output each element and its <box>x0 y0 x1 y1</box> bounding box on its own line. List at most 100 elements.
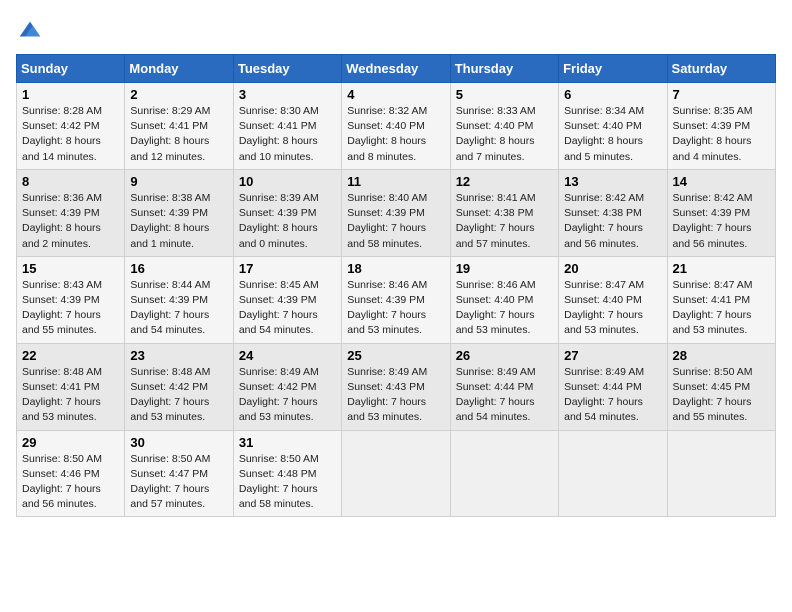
header <box>16 16 776 44</box>
day-content: Sunrise: 8:29 AM Sunset: 4:41 PM Dayligh… <box>130 104 227 165</box>
calendar-cell: 6Sunrise: 8:34 AM Sunset: 4:40 PM Daylig… <box>559 83 667 170</box>
day-number: 1 <box>22 87 119 102</box>
day-content: Sunrise: 8:46 AM Sunset: 4:40 PM Dayligh… <box>456 278 553 339</box>
header-row: SundayMondayTuesdayWednesdayThursdayFrid… <box>17 55 776 83</box>
day-content: Sunrise: 8:35 AM Sunset: 4:39 PM Dayligh… <box>673 104 770 165</box>
calendar-cell: 12 Sunrise: 8:41 AM Sunset: 4:38 PM Dayli… <box>450 169 558 256</box>
day-number: 20 <box>564 261 661 276</box>
day-content: Sunrise: 8:46 AM Sunset: 4:39 PM Dayligh… <box>347 278 444 339</box>
calendar-cell: 24 Sunrise: 8:49 AM Sunset: 4:42 PM Dayli… <box>233 343 341 430</box>
calendar-week-2: 8Sunrise: 8:36 AM Sunset: 4:39 PM Daylig… <box>17 169 776 256</box>
calendar-cell: 8Sunrise: 8:36 AM Sunset: 4:39 PM Daylig… <box>17 169 125 256</box>
calendar-cell: 27 Sunrise: 8:49 AM Sunset: 4:44 PM Dayli… <box>559 343 667 430</box>
calendar-cell: 23 Sunrise: 8:48 AM Sunset: 4:42 PM Dayli… <box>125 343 233 430</box>
day-number: 16 <box>130 261 227 276</box>
day-number: 13 <box>564 174 661 189</box>
calendar-cell: 17 Sunrise: 8:45 AM Sunset: 4:39 PM Dayli… <box>233 256 341 343</box>
calendar-cell: 9 Sunrise: 8:38 AM Sunset: 4:39 PM Daylig… <box>125 169 233 256</box>
header-cell-thursday: Thursday <box>450 55 558 83</box>
day-content: Sunrise: 8:44 AM Sunset: 4:39 PM Dayligh… <box>130 278 227 339</box>
calendar-cell <box>559 430 667 517</box>
calendar-cell <box>450 430 558 517</box>
day-content: Sunrise: 8:41 AM Sunset: 4:38 PM Dayligh… <box>456 191 553 252</box>
calendar-cell: 21Sunrise: 8:47 AM Sunset: 4:41 PM Dayli… <box>667 256 775 343</box>
calendar-cell: 2 Sunrise: 8:29 AM Sunset: 4:41 PM Daylig… <box>125 83 233 170</box>
calendar-cell: 19Sunrise: 8:46 AM Sunset: 4:40 PM Dayli… <box>450 256 558 343</box>
calendar-cell: 7Sunrise: 8:35 AM Sunset: 4:39 PM Daylig… <box>667 83 775 170</box>
day-number: 2 <box>130 87 227 102</box>
calendar-cell: 3Sunrise: 8:30 AM Sunset: 4:41 PM Daylig… <box>233 83 341 170</box>
day-number: 31 <box>239 435 336 450</box>
day-number: 12 <box>456 174 553 189</box>
day-content: Sunrise: 8:42 AM Sunset: 4:39 PM Dayligh… <box>673 191 770 252</box>
day-content: Sunrise: 8:48 AM Sunset: 4:41 PM Dayligh… <box>22 365 119 426</box>
calendar-cell: 29 Sunrise: 8:50 AM Sunset: 4:46 PM Dayli… <box>17 430 125 517</box>
day-number: 25 <box>347 348 444 363</box>
day-number: 8 <box>22 174 119 189</box>
calendar-body: 1Sunrise: 8:28 AM Sunset: 4:42 PM Daylig… <box>17 83 776 517</box>
day-number: 5 <box>456 87 553 102</box>
calendar-cell: 11Sunrise: 8:40 AM Sunset: 4:39 PM Dayli… <box>342 169 450 256</box>
day-content: Sunrise: 8:33 AM Sunset: 4:40 PM Dayligh… <box>456 104 553 165</box>
day-content: Sunrise: 8:49 AM Sunset: 4:42 PM Dayligh… <box>239 365 336 426</box>
day-number: 27 <box>564 348 661 363</box>
day-number: 28 <box>673 348 770 363</box>
calendar-cell <box>342 430 450 517</box>
calendar-cell: 1Sunrise: 8:28 AM Sunset: 4:42 PM Daylig… <box>17 83 125 170</box>
day-number: 29 <box>22 435 119 450</box>
header-cell-saturday: Saturday <box>667 55 775 83</box>
day-number: 24 <box>239 348 336 363</box>
day-content: Sunrise: 8:45 AM Sunset: 4:39 PM Dayligh… <box>239 278 336 339</box>
day-number: 26 <box>456 348 553 363</box>
calendar-table: SundayMondayTuesdayWednesdayThursdayFrid… <box>16 54 776 517</box>
calendar-cell: 16 Sunrise: 8:44 AM Sunset: 4:39 PM Dayli… <box>125 256 233 343</box>
header-cell-sunday: Sunday <box>17 55 125 83</box>
day-number: 21 <box>673 261 770 276</box>
day-number: 10 <box>239 174 336 189</box>
calendar-cell: 20 Sunrise: 8:47 AM Sunset: 4:40 PM Dayli… <box>559 256 667 343</box>
calendar-cell: 15 Sunrise: 8:43 AM Sunset: 4:39 PM Dayli… <box>17 256 125 343</box>
day-content: Sunrise: 8:38 AM Sunset: 4:39 PM Dayligh… <box>130 191 227 252</box>
day-content: Sunrise: 8:47 AM Sunset: 4:40 PM Dayligh… <box>564 278 661 339</box>
calendar-cell: 14 Sunrise: 8:42 AM Sunset: 4:39 PM Dayli… <box>667 169 775 256</box>
calendar-cell: 26 Sunrise: 8:49 AM Sunset: 4:44 PM Dayli… <box>450 343 558 430</box>
day-number: 3 <box>239 87 336 102</box>
day-number: 4 <box>347 87 444 102</box>
day-content: Sunrise: 8:50 AM Sunset: 4:46 PM Dayligh… <box>22 452 119 513</box>
day-number: 17 <box>239 261 336 276</box>
calendar-cell: 4Sunrise: 8:32 AM Sunset: 4:40 PM Daylig… <box>342 83 450 170</box>
day-content: Sunrise: 8:49 AM Sunset: 4:44 PM Dayligh… <box>456 365 553 426</box>
calendar-week-4: 22Sunrise: 8:48 AM Sunset: 4:41 PM Dayli… <box>17 343 776 430</box>
header-cell-wednesday: Wednesday <box>342 55 450 83</box>
day-content: Sunrise: 8:40 AM Sunset: 4:39 PM Dayligh… <box>347 191 444 252</box>
calendar-cell: 10Sunrise: 8:39 AM Sunset: 4:39 PM Dayli… <box>233 169 341 256</box>
day-number: 14 <box>673 174 770 189</box>
day-content: Sunrise: 8:48 AM Sunset: 4:42 PM Dayligh… <box>130 365 227 426</box>
day-number: 15 <box>22 261 119 276</box>
header-cell-friday: Friday <box>559 55 667 83</box>
calendar-cell: 18Sunrise: 8:46 AM Sunset: 4:39 PM Dayli… <box>342 256 450 343</box>
calendar-cell: 28 Sunrise: 8:50 AM Sunset: 4:45 PM Dayli… <box>667 343 775 430</box>
logo <box>16 16 48 44</box>
calendar-week-1: 1Sunrise: 8:28 AM Sunset: 4:42 PM Daylig… <box>17 83 776 170</box>
calendar-cell: 30 Sunrise: 8:50 AM Sunset: 4:47 PM Dayli… <box>125 430 233 517</box>
calendar-week-3: 15 Sunrise: 8:43 AM Sunset: 4:39 PM Dayli… <box>17 256 776 343</box>
day-content: Sunrise: 8:49 AM Sunset: 4:43 PM Dayligh… <box>347 365 444 426</box>
calendar-cell <box>667 430 775 517</box>
calendar-cell: 5 Sunrise: 8:33 AM Sunset: 4:40 PM Daylig… <box>450 83 558 170</box>
day-content: Sunrise: 8:50 AM Sunset: 4:47 PM Dayligh… <box>130 452 227 513</box>
day-number: 9 <box>130 174 227 189</box>
day-content: Sunrise: 8:50 AM Sunset: 4:45 PM Dayligh… <box>673 365 770 426</box>
day-content: Sunrise: 8:49 AM Sunset: 4:44 PM Dayligh… <box>564 365 661 426</box>
calendar-cell: 25 Sunrise: 8:49 AM Sunset: 4:43 PM Dayli… <box>342 343 450 430</box>
day-content: Sunrise: 8:50 AM Sunset: 4:48 PM Dayligh… <box>239 452 336 513</box>
calendar-cell: 31 Sunrise: 8:50 AM Sunset: 4:48 PM Dayli… <box>233 430 341 517</box>
day-number: 30 <box>130 435 227 450</box>
calendar-cell: 22Sunrise: 8:48 AM Sunset: 4:41 PM Dayli… <box>17 343 125 430</box>
calendar-week-5: 29 Sunrise: 8:50 AM Sunset: 4:46 PM Dayli… <box>17 430 776 517</box>
day-content: Sunrise: 8:43 AM Sunset: 4:39 PM Dayligh… <box>22 278 119 339</box>
header-cell-tuesday: Tuesday <box>233 55 341 83</box>
day-number: 23 <box>130 348 227 363</box>
header-cell-monday: Monday <box>125 55 233 83</box>
calendar-header: SundayMondayTuesdayWednesdayThursdayFrid… <box>17 55 776 83</box>
